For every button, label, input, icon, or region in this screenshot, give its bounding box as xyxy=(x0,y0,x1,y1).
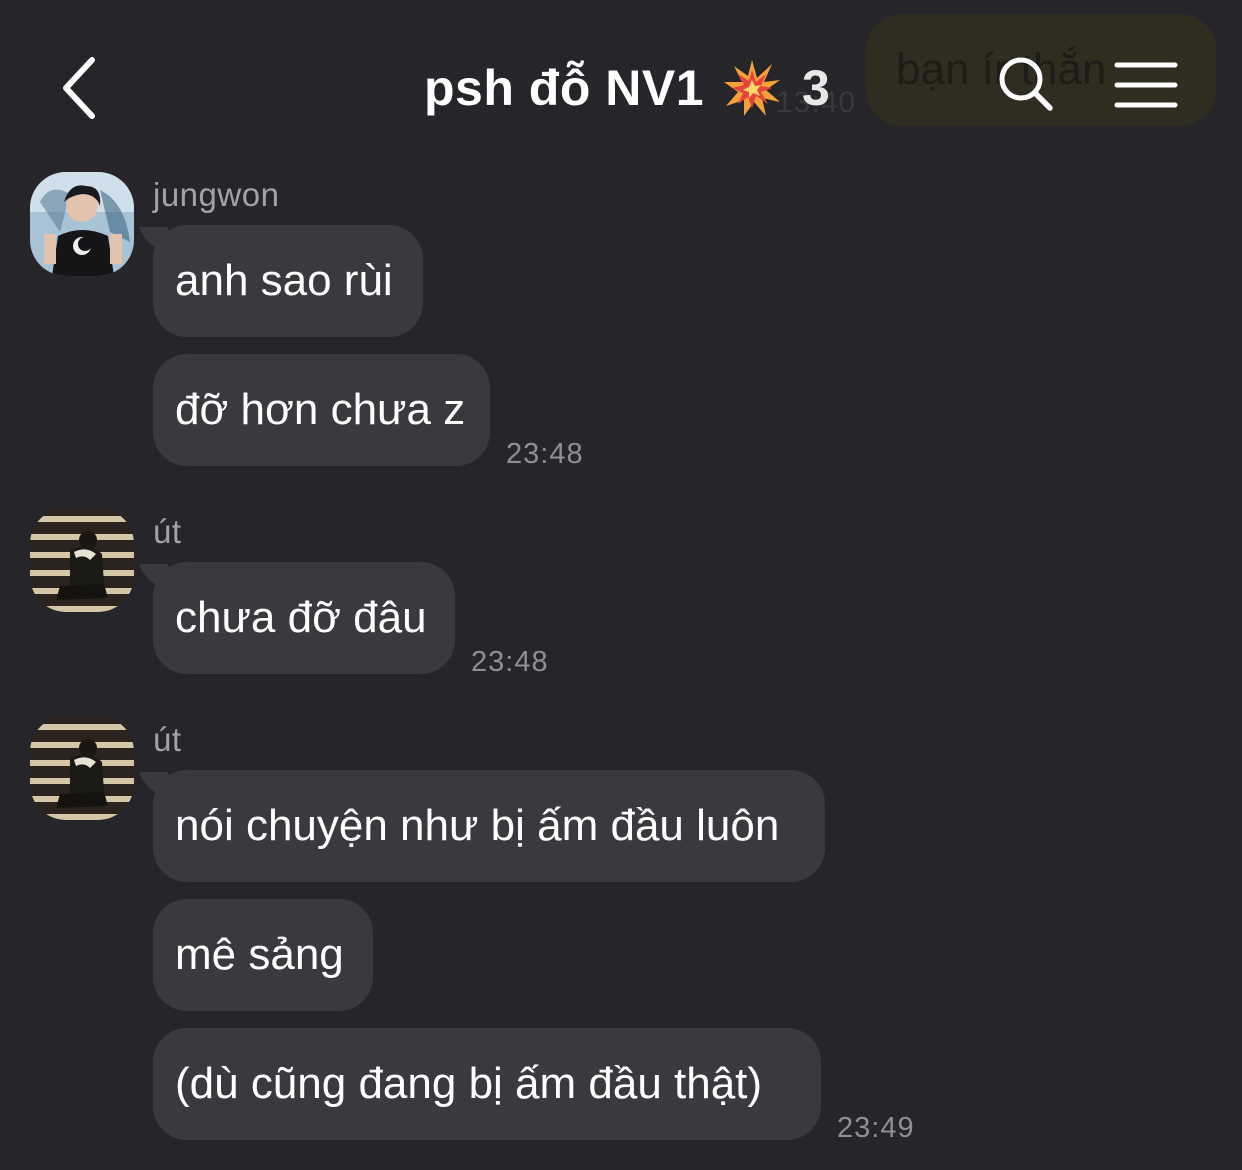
avatar-ut[interactable] xyxy=(30,716,134,820)
sender-name: út xyxy=(153,721,182,758)
profile-photo xyxy=(30,716,134,820)
sender-name: út xyxy=(153,513,182,550)
hamburger-menu-icon xyxy=(1114,62,1178,108)
message-time: 23:48 xyxy=(471,646,549,678)
chevron-left-icon xyxy=(63,57,95,119)
chat-title[interactable]: psh đỗ NV1 3 xyxy=(424,56,830,120)
avatar-ut[interactable] xyxy=(30,508,134,612)
search-button[interactable] xyxy=(996,54,1056,114)
message-bubble[interactable]: đỡ hơn chưa z xyxy=(153,354,490,466)
message-bubble[interactable]: chưa đỡ đâu xyxy=(153,562,455,674)
profile-photo xyxy=(30,508,134,612)
chat-title-text: psh đỗ NV1 xyxy=(424,60,705,116)
collision-emoji-icon xyxy=(724,60,781,116)
sender-name: jungwon xyxy=(153,176,280,213)
message-time: 23:49 xyxy=(837,1112,915,1144)
message-time: 23:48 xyxy=(506,438,584,470)
message-bubble[interactable]: mê sảng xyxy=(153,899,373,1011)
back-button[interactable] xyxy=(50,48,120,128)
message-bubble[interactable]: (dù cũng đang bị ấm đầu thật) xyxy=(153,1028,821,1140)
message-bubble[interactable]: nói chuyện như bị ấm đầu luôn xyxy=(153,770,825,882)
message-bubble[interactable]: anh sao rùi xyxy=(153,225,423,337)
chat-screen: bạn ír thắn 13:40 psh đỗ NV1 3 jungwon a… xyxy=(0,0,1242,1170)
menu-button[interactable] xyxy=(1114,60,1178,110)
search-icon xyxy=(999,57,1053,111)
member-count: 3 xyxy=(802,60,831,116)
profile-photo xyxy=(30,172,134,276)
avatar-jungwon[interactable] xyxy=(30,172,134,276)
chat-header: psh đỗ NV1 3 xyxy=(0,0,1242,160)
